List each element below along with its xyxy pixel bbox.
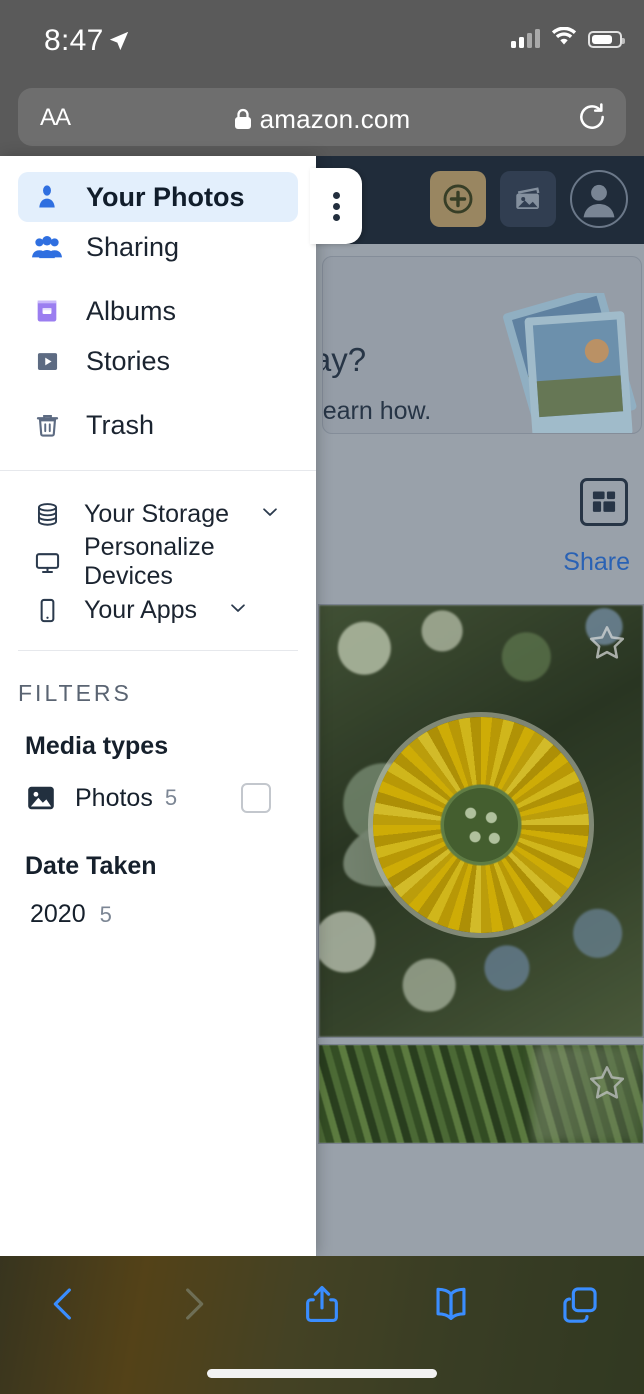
filter-row-photos[interactable]: Photos 5 bbox=[25, 778, 291, 818]
star-outline-icon[interactable] bbox=[587, 1063, 627, 1108]
secondary-nav-list: Your Storage Personalize Devices Your Ap… bbox=[0, 490, 316, 634]
sidebar-item-your-apps[interactable]: Your Apps bbox=[18, 586, 298, 634]
sidebar-item-trash[interactable]: Trash bbox=[18, 400, 298, 450]
phone-icon bbox=[30, 597, 64, 624]
sidebar-item-your-storage[interactable]: Your Storage bbox=[18, 490, 298, 538]
user-avatar-icon[interactable] bbox=[570, 170, 628, 228]
url-display[interactable]: amazon.com bbox=[18, 104, 626, 137]
home-indicator bbox=[207, 1369, 437, 1378]
sidebar-item-label: Your Apps bbox=[84, 595, 198, 624]
sidebar-item-label: Personalize Devices bbox=[84, 533, 215, 590]
filters-divider bbox=[18, 650, 298, 651]
filter-row-2020[interactable]: 2020 5 bbox=[30, 900, 112, 929]
filters-heading: FILTERS bbox=[18, 680, 132, 706]
sidebar-item-label: Your Photos bbox=[86, 181, 245, 212]
share-button[interactable] bbox=[258, 1283, 387, 1325]
lock-icon bbox=[234, 106, 252, 137]
status-bar-indicators bbox=[511, 26, 625, 51]
forward-button[interactable] bbox=[129, 1284, 258, 1324]
sidebar-item-label: Your Storage bbox=[84, 499, 230, 528]
kebab-menu-icon[interactable] bbox=[332, 188, 340, 225]
address-bar[interactable]: AA amazon.com bbox=[18, 88, 626, 146]
tabs-button[interactable] bbox=[515, 1283, 644, 1325]
people-group-icon bbox=[30, 233, 64, 261]
photo-stack-button[interactable] bbox=[500, 171, 556, 227]
toolbar-buttons bbox=[0, 1256, 644, 1352]
sidebar-item-sharing[interactable]: Sharing bbox=[18, 222, 298, 272]
chevron-down-icon[interactable] bbox=[227, 597, 249, 624]
filter-label: Photos bbox=[75, 783, 153, 812]
ios-status-bar: 8:47 bbox=[0, 0, 644, 78]
photo-grid bbox=[318, 604, 644, 1256]
share-link[interactable]: Share bbox=[563, 548, 630, 577]
date-taken-heading: Date Taken bbox=[25, 852, 157, 880]
bookmarks-button[interactable] bbox=[386, 1283, 515, 1325]
filter-count: 5 bbox=[164, 785, 178, 810]
reload-icon[interactable] bbox=[576, 101, 608, 138]
sidebar-item-label: Sharing bbox=[86, 231, 180, 262]
header-actions bbox=[430, 170, 628, 228]
location-arrow-icon bbox=[108, 30, 130, 57]
album-book-icon bbox=[30, 297, 64, 325]
sidebar-item-albums[interactable]: Albums bbox=[18, 286, 298, 336]
flower-bloom bbox=[373, 717, 589, 934]
promo-card[interactable]: es today? better! Learn how. bbox=[322, 256, 642, 434]
sidebar-divider bbox=[0, 470, 316, 471]
media-types-heading: Media types bbox=[25, 732, 169, 760]
monitor-icon bbox=[30, 549, 64, 576]
add-button[interactable] bbox=[430, 171, 486, 227]
sidebar-item-stories[interactable]: Stories bbox=[18, 336, 298, 386]
sidebar-item-label: Albums bbox=[86, 295, 177, 326]
image-icon bbox=[25, 782, 57, 814]
primary-nav-list: Your Photos Sharing Albums Stories Trash bbox=[0, 172, 316, 450]
chevron-down-icon[interactable] bbox=[259, 501, 281, 528]
sidebar-item-personalize-devices[interactable]: Personalize Devices bbox=[18, 533, 298, 590]
yellow-zinnia-flower-photo[interactable] bbox=[318, 604, 644, 1038]
safari-url-bar-area: AA amazon.com bbox=[0, 78, 644, 156]
database-icon bbox=[30, 501, 64, 528]
filter-count: 5 bbox=[99, 902, 112, 927]
filter-label: 2020 bbox=[30, 900, 86, 928]
person-icon bbox=[30, 183, 64, 211]
phone-screen: 8:47 AA amazon.com y? earn how. Share Yo… bbox=[0, 0, 644, 1394]
filter-checkbox-photos[interactable] bbox=[241, 783, 271, 813]
photo-prints-illustration bbox=[499, 286, 641, 433]
drawer-tab-handle[interactable] bbox=[310, 168, 362, 244]
sidebar-item-label: Trash bbox=[86, 409, 155, 440]
trash-icon bbox=[30, 412, 64, 439]
cellular-signal-icon bbox=[511, 29, 540, 48]
grid-layout-icon[interactable] bbox=[580, 478, 628, 526]
play-square-icon bbox=[30, 348, 64, 375]
navigation-drawer: Your Photos Sharing Albums Stories Trash… bbox=[0, 156, 316, 1256]
safari-bottom-toolbar bbox=[0, 1256, 644, 1394]
battery-icon bbox=[588, 30, 625, 48]
sidebar-item-label: Stories bbox=[86, 345, 171, 376]
sidebar-item-your-photos[interactable]: Your Photos bbox=[18, 172, 298, 222]
url-text: amazon.com bbox=[259, 104, 411, 134]
star-outline-icon[interactable] bbox=[587, 623, 627, 668]
back-button[interactable] bbox=[0, 1284, 129, 1324]
wifi-icon bbox=[551, 26, 577, 51]
status-bar-clock: 8:47 bbox=[44, 24, 104, 57]
green-grass-photo[interactable] bbox=[318, 1044, 644, 1144]
